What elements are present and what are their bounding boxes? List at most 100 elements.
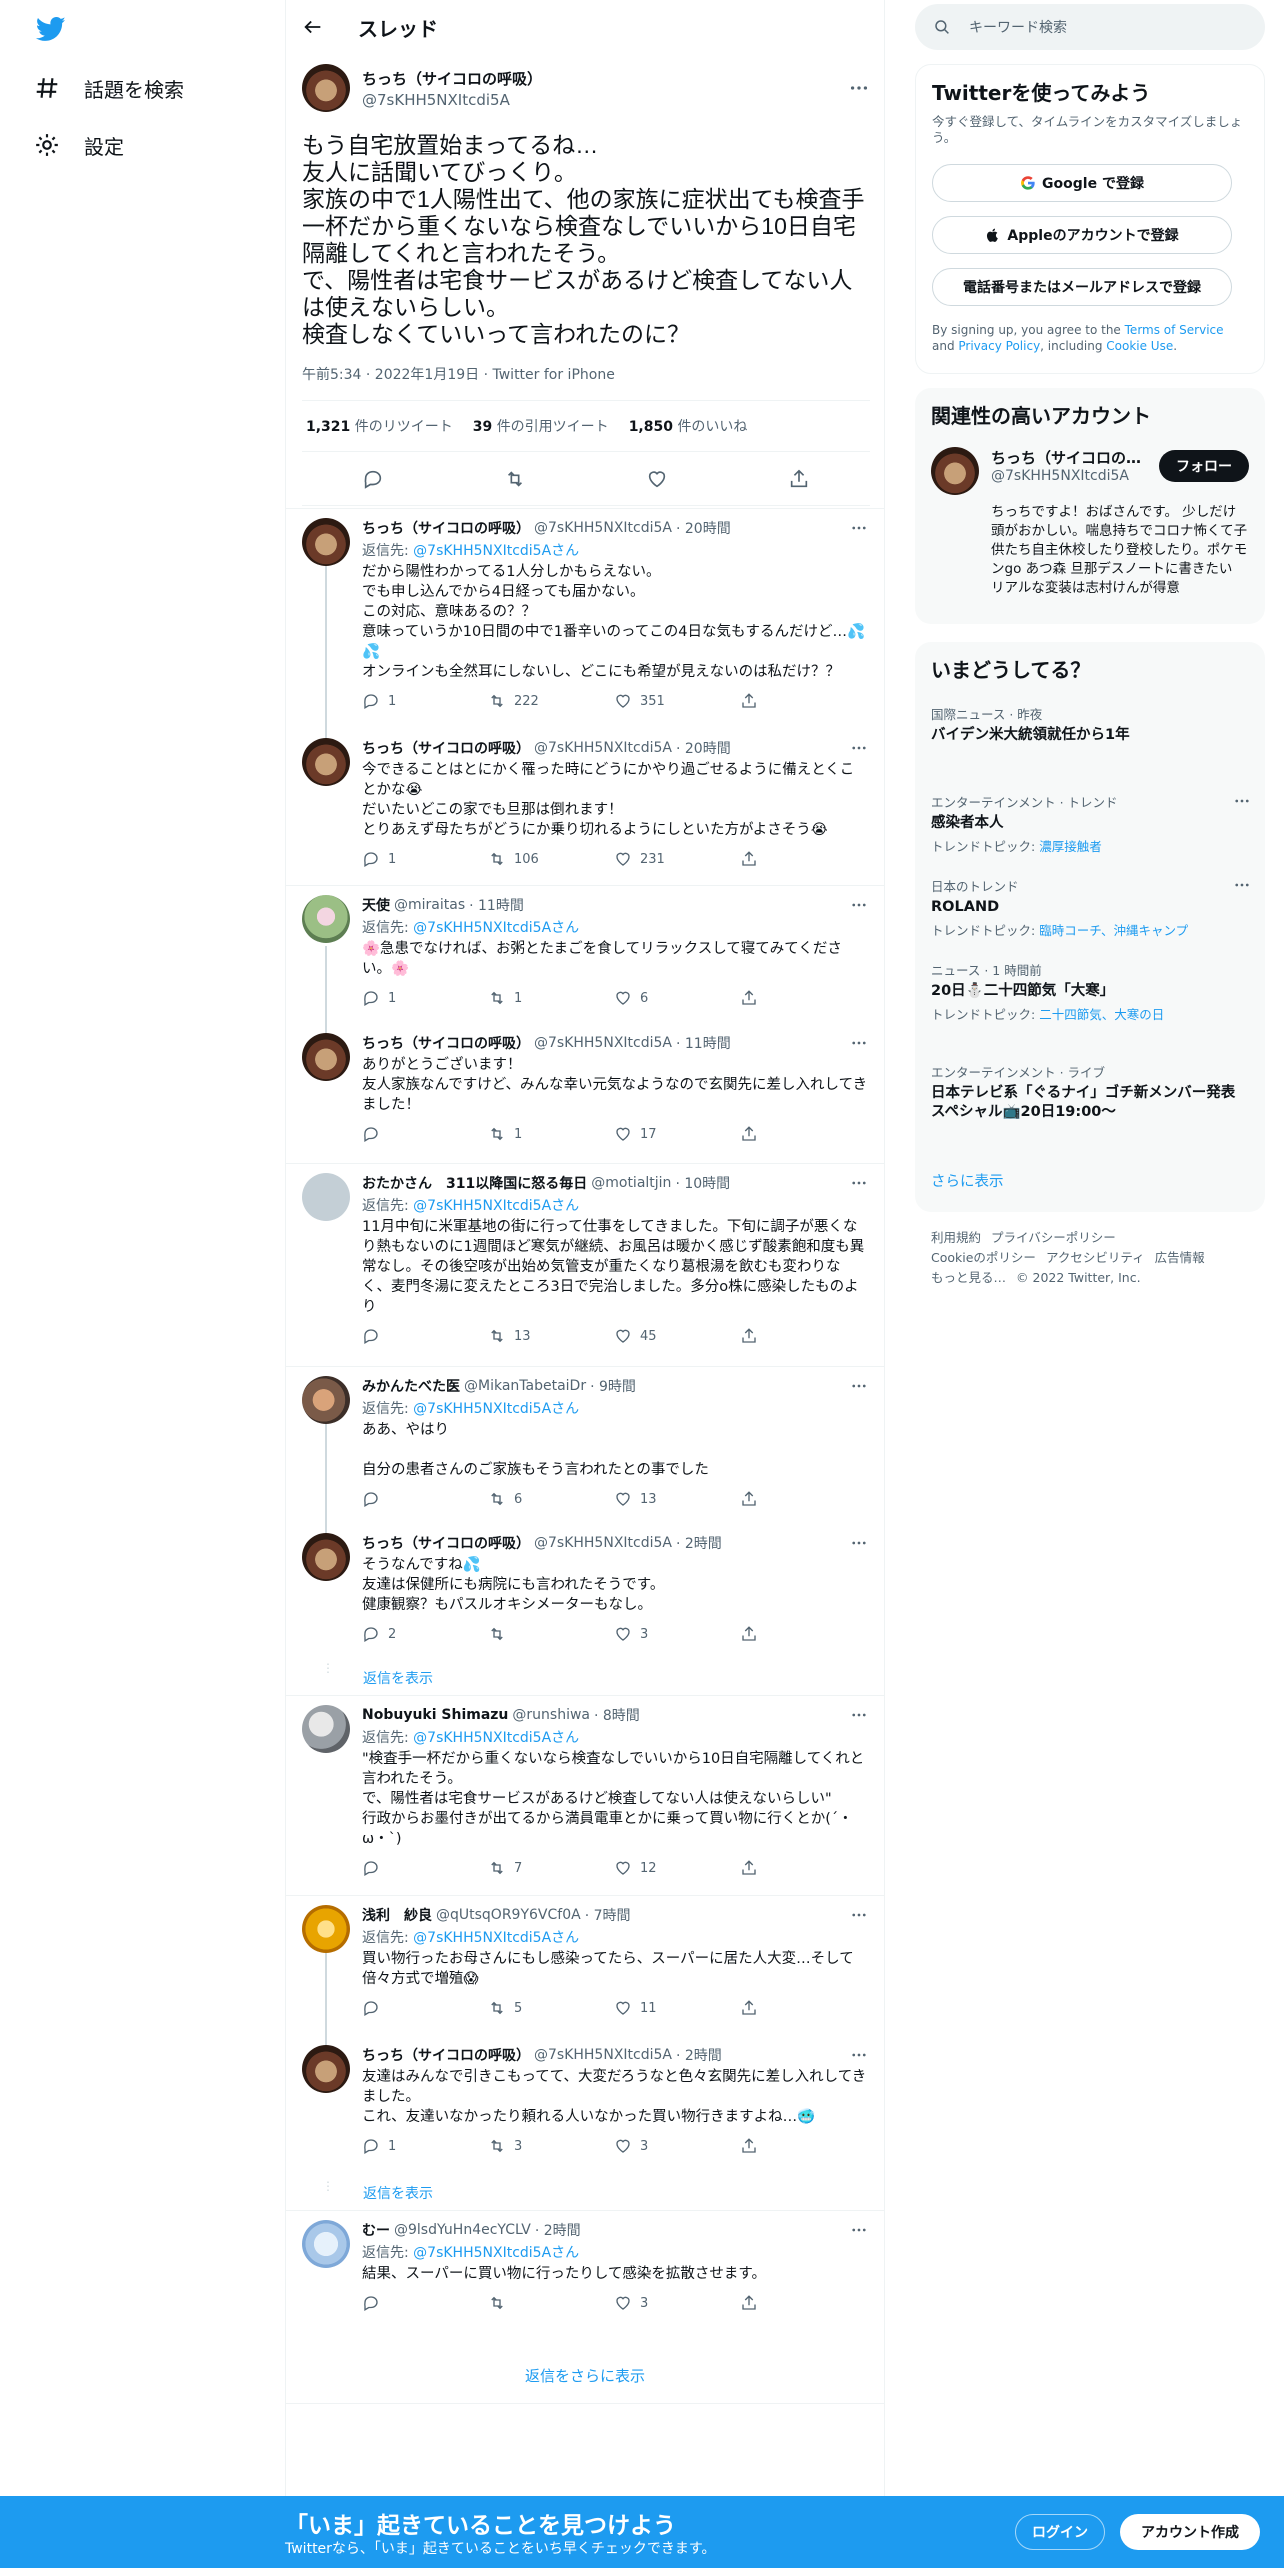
privacy-link[interactable]: Privacy Policy bbox=[958, 339, 1040, 353]
nav-settings[interactable]: 設定 bbox=[34, 127, 124, 163]
tweet-time[interactable]: · 2時間 bbox=[676, 1533, 722, 1553]
avatar[interactable] bbox=[302, 1033, 350, 1081]
retweet-button[interactable]: 1 bbox=[488, 1125, 614, 1143]
avatar[interactable] bbox=[302, 518, 350, 566]
like-button[interactable]: 231 bbox=[614, 850, 740, 868]
reply-icon[interactable] bbox=[362, 468, 384, 490]
retweet-button[interactable]: 7 bbox=[488, 1859, 614, 1877]
trend-item[interactable]: エンターテインメント · ライブ 日本テレビ系「ぐるナイ」ゴチ新メンバー発表スペシ… bbox=[931, 1062, 1241, 1122]
author-handle[interactable]: @7sKHH5NXItcdi5A bbox=[534, 1035, 672, 1051]
related-handle[interactable]: @7sKHH5NXItcdi5A bbox=[991, 468, 1141, 484]
author-name[interactable]: ちっち（サイコロの呼吸） bbox=[362, 2045, 530, 2065]
footer-link[interactable]: もっと見る… bbox=[931, 1270, 1006, 1285]
reply-to-handle[interactable]: @7sKHH5NXItcdi5A bbox=[413, 2245, 551, 2261]
share-icon[interactable] bbox=[788, 468, 810, 490]
author-name[interactable]: 浅利 紗良 bbox=[362, 1905, 432, 1925]
reply-button[interactable]: 1 bbox=[362, 2137, 488, 2155]
show-replies-link[interactable]: 返信を表示 bbox=[363, 1668, 433, 1688]
author-handle[interactable]: @runshiwa bbox=[512, 1707, 590, 1723]
avatar[interactable] bbox=[302, 2220, 350, 2268]
reply-tweet[interactable]: ちっち（サイコロの呼吸） @7sKHH5NXItcdi5A · 2時間 そうなんです… bbox=[286, 1533, 884, 1643]
author-name[interactable]: Nobuyuki Shimazu bbox=[362, 1707, 508, 1723]
reply-button[interactable] bbox=[362, 1490, 488, 1508]
avatar[interactable] bbox=[302, 1905, 350, 1953]
author-name[interactable]: ちっち（サイコロの呼吸） bbox=[362, 1033, 530, 1053]
reply-tweet[interactable]: Nobuyuki Shimazu @runshiwa · 8時間 返信先: @7sK… bbox=[286, 1705, 884, 1877]
twitter-logo-icon[interactable] bbox=[34, 14, 68, 44]
retweet-button[interactable]: 222 bbox=[488, 692, 614, 710]
more-options-icon[interactable] bbox=[850, 1706, 868, 1724]
more-options-icon[interactable] bbox=[850, 1034, 868, 1052]
avatar[interactable] bbox=[302, 1533, 350, 1581]
trend-topic[interactable]: 二十四節気、大寒の日 bbox=[1039, 1007, 1164, 1022]
reply-tweet[interactable]: ちっち（サイコロの呼吸） @7sKHH5NXItcdi5A · 20時間 今できるこ… bbox=[286, 738, 884, 868]
retweet-button[interactable] bbox=[488, 1625, 614, 1643]
trend-item[interactable]: ニュース · 1 時間前 20日⛄二十四節気「大寒」 トレンドトピック: 二十四節気… bbox=[931, 960, 1241, 1023]
more-options-icon[interactable] bbox=[850, 2046, 868, 2064]
show-more-replies-link[interactable]: 返信をさらに表示 bbox=[286, 2348, 884, 2404]
tweet-time[interactable]: · 20時間 bbox=[676, 518, 731, 538]
create-account-button[interactable]: アカウント作成 bbox=[1120, 2514, 1260, 2550]
reply-button[interactable] bbox=[362, 1859, 488, 1877]
more-options-icon[interactable] bbox=[850, 1174, 868, 1192]
share-button[interactable] bbox=[740, 1999, 866, 2017]
tweet-time[interactable]: · 11時間 bbox=[676, 1033, 731, 1053]
like-stat[interactable]: 1,850 件のいいね bbox=[629, 416, 748, 436]
reply-tweet[interactable]: おたかさん 311以降国に怒る毎日 @motialtjin · 10時間 返信先: … bbox=[286, 1173, 884, 1345]
related-name[interactable]: ちっち（サイコロの… bbox=[991, 447, 1141, 468]
author-handle[interactable]: @MikanTabetaiDr bbox=[464, 1378, 586, 1394]
retweet-button[interactable]: 1 bbox=[488, 989, 614, 1007]
reply-button[interactable]: 1 bbox=[362, 989, 488, 1007]
search-input[interactable]: キーワード検索 bbox=[969, 17, 1067, 37]
like-button[interactable]: 3 bbox=[614, 1625, 740, 1643]
like-button[interactable]: 45 bbox=[614, 1327, 740, 1345]
share-button[interactable] bbox=[740, 2294, 866, 2312]
share-button[interactable] bbox=[740, 1625, 866, 1643]
author-handle[interactable]: @miraitas bbox=[394, 897, 465, 913]
author-name[interactable]: むー bbox=[362, 2220, 390, 2240]
reply-to-handle[interactable]: @7sKHH5NXItcdi5A bbox=[413, 920, 551, 936]
tweet-time[interactable]: · 7時間 bbox=[585, 1905, 631, 1925]
like-button[interactable]: 3 bbox=[614, 2137, 740, 2155]
reply-button[interactable] bbox=[362, 1999, 488, 2017]
reply-button[interactable]: 1 bbox=[362, 692, 488, 710]
reply-tweet[interactable]: ちっち（サイコロの呼吸） @7sKHH5NXItcdi5A · 20時間 返信先: … bbox=[286, 518, 884, 710]
like-button[interactable]: 11 bbox=[614, 1999, 740, 2017]
terms-link[interactable]: Terms of Service bbox=[1125, 323, 1224, 337]
more-options-icon[interactable] bbox=[848, 77, 870, 99]
avatar[interactable] bbox=[302, 738, 350, 786]
author-handle[interactable]: @motialtjin bbox=[591, 1175, 671, 1191]
trend-item[interactable]: 日本のトレンド ROLAND トレンドトピック: 臨時コーチ、沖縄キャンプ bbox=[931, 876, 1249, 939]
apple-signup-button[interactable]: Appleのアカウントで登録 bbox=[932, 216, 1232, 254]
trend-item[interactable]: エンターテインメント · トレンド 感染者本人 トレンドトピック: 濃厚接触者 bbox=[931, 792, 1249, 855]
retweet-icon[interactable] bbox=[504, 468, 526, 490]
reply-button[interactable] bbox=[362, 2294, 488, 2312]
author-handle[interactable]: @7sKHH5NXItcdi5A bbox=[534, 740, 672, 756]
avatar[interactable] bbox=[302, 1705, 350, 1753]
share-button[interactable] bbox=[740, 1327, 866, 1345]
tweet-time[interactable]: · 2時間 bbox=[535, 2220, 581, 2240]
more-options-icon[interactable] bbox=[850, 2221, 868, 2239]
cookie-link[interactable]: Cookie Use bbox=[1106, 339, 1173, 353]
like-button[interactable]: 6 bbox=[614, 989, 740, 1007]
more-options-icon[interactable] bbox=[850, 519, 868, 537]
more-options-icon[interactable] bbox=[850, 1534, 868, 1552]
reply-to-handle[interactable]: @7sKHH5NXItcdi5A bbox=[413, 543, 551, 559]
author-name[interactable]: ちっち（サイコロの呼吸） bbox=[362, 68, 542, 89]
author-name[interactable]: おたかさん 311以降国に怒る毎日 bbox=[362, 1173, 587, 1193]
search-bar[interactable]: キーワード検索 bbox=[915, 4, 1265, 50]
trend-topic[interactable]: 濃厚接触者 bbox=[1039, 839, 1102, 854]
author-handle[interactable]: @7sKHH5NXItcdi5A bbox=[362, 91, 542, 109]
retweet-button[interactable]: 3 bbox=[488, 2137, 614, 2155]
tweet-time[interactable]: · 9時間 bbox=[590, 1376, 636, 1396]
avatar[interactable] bbox=[302, 2045, 350, 2093]
trend-item[interactable]: 国際ニュース · 昨夜 バイデン米大統領就任から1年 bbox=[931, 704, 1241, 745]
like-button[interactable]: 3 bbox=[614, 2294, 740, 2312]
reply-button[interactable]: 2 bbox=[362, 1625, 488, 1643]
nav-explore[interactable]: 話題を検索 bbox=[34, 70, 184, 106]
author-handle[interactable]: @7sKHH5NXItcdi5A bbox=[534, 520, 672, 536]
show-replies-link[interactable]: 返信を表示 bbox=[363, 2183, 433, 2203]
retweet-button[interactable]: 106 bbox=[488, 850, 614, 868]
follow-button[interactable]: フォロー bbox=[1159, 450, 1249, 482]
retweet-button[interactable]: 13 bbox=[488, 1327, 614, 1345]
